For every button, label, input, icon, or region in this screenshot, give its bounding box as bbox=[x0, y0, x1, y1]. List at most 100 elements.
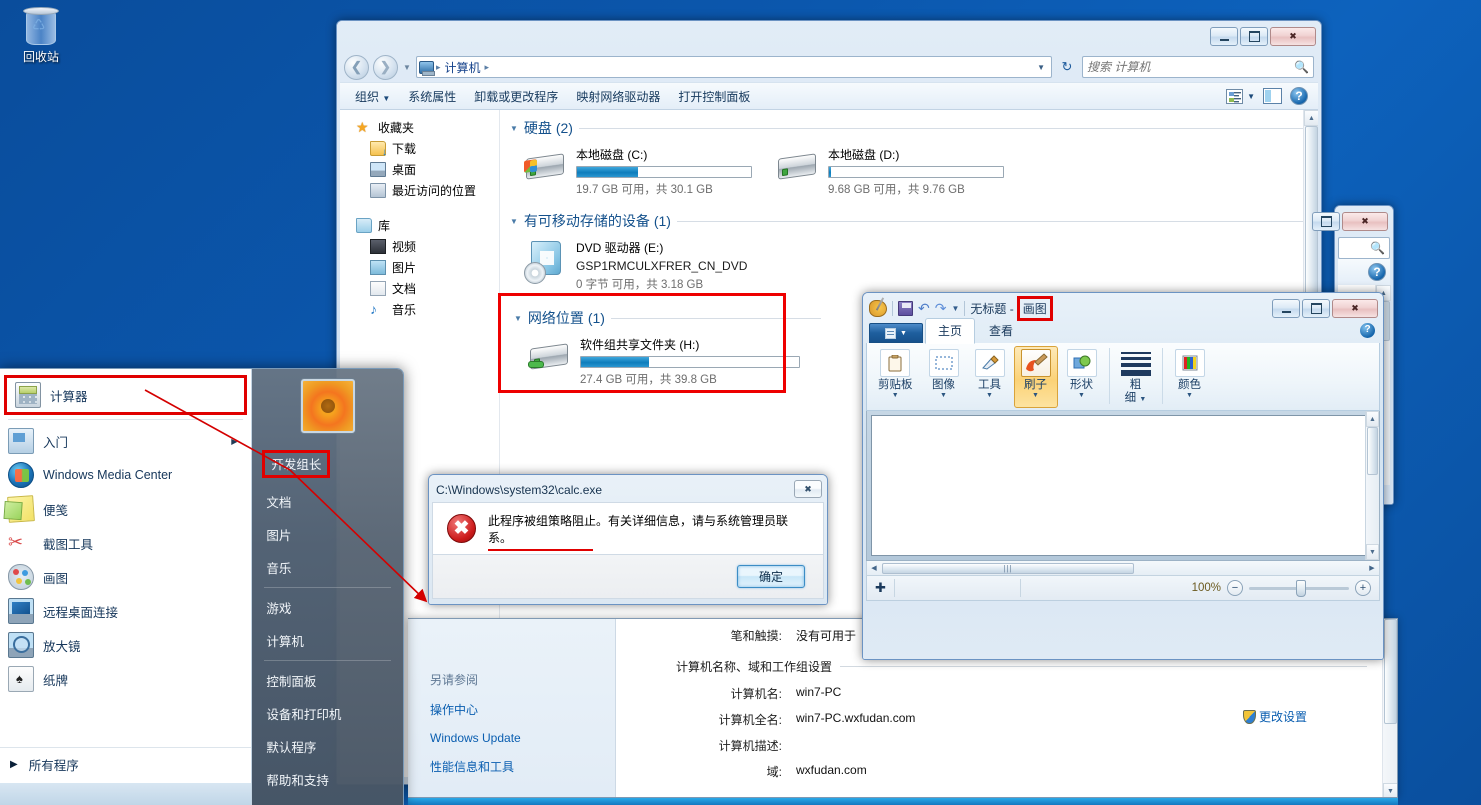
collapse-triangle-icon-3[interactable]: ▼ bbox=[514, 314, 522, 323]
close-button-bg[interactable] bbox=[1342, 212, 1388, 231]
chevron-down-icon-shapes[interactable]: ▼ bbox=[1078, 392, 1085, 399]
ribbon-group-thickness[interactable]: 粗细 ▼ bbox=[1115, 346, 1157, 408]
chevron-down-icon-tools[interactable]: ▼ bbox=[986, 392, 993, 399]
nav-libraries[interactable]: 库 bbox=[340, 215, 499, 236]
zoom-slider-thumb[interactable] bbox=[1296, 579, 1306, 597]
group-header-removable[interactable]: ▼ 有可移动存储的设备 (1) bbox=[500, 211, 1318, 231]
paint-canvas-area[interactable]: ▲ ▼ bbox=[866, 411, 1380, 561]
tab-view[interactable]: 查看 bbox=[977, 319, 1025, 343]
paint-scroll-right-icon[interactable]: ▶ bbox=[1365, 564, 1379, 572]
start-item-calculator[interactable]: 计算器 bbox=[4, 375, 248, 415]
start-place-default-programs[interactable]: 默认程序 bbox=[252, 730, 403, 763]
map-network-drive-button[interactable]: 映射网络驱动器 bbox=[567, 85, 669, 108]
chevron-down-icon-image[interactable]: ▼ bbox=[940, 392, 947, 399]
submenu-arrow-icon[interactable]: ▶ bbox=[231, 437, 243, 446]
paint-scroll-down-icon[interactable]: ▼ bbox=[1366, 544, 1379, 560]
view-dropdown-icon[interactable]: ▼ bbox=[1247, 92, 1255, 101]
zoom-out-button[interactable]: − bbox=[1227, 580, 1243, 596]
system-properties-button[interactable]: 系统属性 bbox=[399, 85, 465, 108]
start-item-media-center[interactable]: Windows Media Center bbox=[0, 458, 251, 492]
nav-downloads[interactable]: 下载 bbox=[340, 138, 499, 159]
start-item-paint[interactable]: 画图 bbox=[0, 560, 251, 594]
chevron-down-icon-clipboard[interactable]: ▼ bbox=[892, 392, 899, 399]
refresh-button[interactable]: ↻ bbox=[1056, 59, 1078, 75]
paint-scroll-thumb[interactable] bbox=[1367, 427, 1378, 475]
open-control-panel-button[interactable]: 打开控制面板 bbox=[669, 85, 759, 108]
all-programs-button[interactable]: ▶ 所有程序 bbox=[0, 747, 252, 783]
undo-icon[interactable]: ↶ bbox=[918, 300, 930, 317]
system-properties-scrollbar[interactable]: ▼ bbox=[1382, 619, 1397, 797]
minimize-button[interactable] bbox=[1210, 27, 1238, 46]
collapse-triangle-icon-2[interactable]: ▼ bbox=[510, 217, 518, 226]
zoom-slider-track[interactable] bbox=[1249, 579, 1349, 597]
paint-close-button[interactable] bbox=[1332, 299, 1378, 318]
nav-documents[interactable]: 文档 bbox=[340, 278, 499, 299]
drive-item-h[interactable]: 软件组共享文件夹 (H:) 27.4 GB 可用，共 39.8 GB bbox=[500, 336, 800, 387]
start-place-documents[interactable]: 文档 bbox=[252, 485, 403, 518]
user-avatar[interactable] bbox=[300, 379, 355, 433]
start-place-user[interactable]: 开发组长 bbox=[252, 443, 403, 485]
start-item-solitaire[interactable]: 纸牌 bbox=[0, 662, 251, 696]
start-place-computer[interactable]: 计算机 bbox=[252, 624, 403, 657]
zoom-in-button[interactable]: + bbox=[1355, 580, 1371, 596]
uninstall-program-button[interactable]: 卸载或更改程序 bbox=[465, 85, 567, 108]
search-box[interactable]: 🔍 bbox=[1082, 56, 1314, 78]
paint-hscrollbar[interactable]: ◀ ||| ▶ bbox=[866, 561, 1380, 576]
dialog-titlebar[interactable]: C:\Windows\system32\calc.exe ✖ bbox=[432, 478, 824, 502]
nav-recent-places[interactable]: 最近访问的位置 bbox=[340, 180, 499, 201]
maximize-button[interactable] bbox=[1240, 27, 1268, 46]
ok-button[interactable]: 确定 bbox=[737, 565, 805, 588]
scroll-down-icon[interactable]: ▼ bbox=[1383, 783, 1397, 797]
group-header-harddisks[interactable]: ▼ 硬盘 (2) bbox=[500, 118, 1318, 138]
chevron-down-icon-colors[interactable]: ▼ bbox=[1186, 392, 1193, 399]
start-menu-search-strip[interactable] bbox=[0, 783, 252, 805]
start-item-getting-started[interactable]: 入门 ▶ bbox=[0, 424, 251, 458]
collapse-triangle-icon[interactable]: ▼ bbox=[510, 124, 518, 133]
maximize-button-bg[interactable] bbox=[1312, 212, 1340, 231]
save-icon[interactable] bbox=[898, 301, 913, 316]
drive-item-c[interactable]: 本地磁盘 (C:) 19.7 GB 可用，共 30.1 GB bbox=[500, 146, 752, 197]
start-place-pictures[interactable]: 图片 bbox=[252, 518, 403, 551]
ribbon-group-image[interactable]: 图像 ▼ bbox=[922, 346, 966, 408]
start-place-games[interactable]: 游戏 bbox=[252, 591, 403, 624]
start-place-control-panel[interactable]: 控制面板 bbox=[252, 664, 403, 697]
search-icon[interactable]: 🔍 bbox=[1294, 60, 1309, 74]
start-item-remote-desktop[interactable]: 远程桌面连接 bbox=[0, 594, 251, 628]
dialog-close-button[interactable]: ✖ bbox=[794, 480, 822, 498]
ribbon-group-tools[interactable]: 工具 ▼ bbox=[968, 346, 1012, 408]
link-windows-update[interactable]: Windows Update bbox=[430, 731, 615, 745]
start-place-help-support[interactable]: 帮助和支持 bbox=[252, 763, 403, 796]
search-input[interactable] bbox=[1087, 60, 1295, 74]
back-button[interactable]: ❮ bbox=[344, 54, 369, 80]
paint-palette-icon[interactable] bbox=[869, 300, 887, 317]
desktop-icon-recycle-bin[interactable]: ♺ 回收站 bbox=[6, 6, 76, 65]
customize-quick-access-icon[interactable]: ▼ bbox=[951, 304, 959, 313]
sysprops-scroll-thumb[interactable] bbox=[1384, 619, 1397, 724]
start-place-music[interactable]: 音乐 bbox=[252, 551, 403, 584]
paint-minimize-button[interactable] bbox=[1272, 299, 1300, 318]
forward-button[interactable]: ❯ bbox=[373, 54, 398, 80]
drive-item-d[interactable]: 本地磁盘 (D:) 9.68 GB 可用，共 9.76 GB bbox=[752, 146, 1004, 197]
paint-file-menu-button[interactable]: ▼ bbox=[869, 323, 923, 343]
ribbon-group-brushes[interactable]: 刷子 ▼ bbox=[1013, 346, 1058, 408]
paint-scroll-left-icon[interactable]: ◀ bbox=[867, 564, 881, 572]
start-menu[interactable]: 计算器 入门 ▶ Windows Media Center 便笺 ✂ 截图工具 … bbox=[0, 368, 404, 805]
ribbon-group-shapes[interactable]: 形状 ▼ bbox=[1060, 346, 1104, 408]
start-item-magnifier[interactable]: 放大镜 bbox=[0, 628, 251, 662]
nav-music[interactable]: ♪ 音乐 bbox=[340, 299, 499, 320]
paint-maximize-button[interactable] bbox=[1302, 299, 1330, 318]
view-layout-icon[interactable] bbox=[1226, 88, 1244, 104]
paint-canvas-vscrollbar[interactable]: ▲ ▼ bbox=[1365, 411, 1379, 560]
paint-scroll-up-icon[interactable]: ▲ bbox=[1366, 411, 1379, 427]
start-item-snipping-tool[interactable]: ✂ 截图工具 bbox=[0, 526, 251, 560]
nav-favorites[interactable]: ★ 收藏夹 bbox=[340, 117, 499, 138]
start-item-sticky-notes[interactable]: 便笺 bbox=[0, 492, 251, 526]
change-settings-link[interactable]: 更改设置 bbox=[1242, 708, 1307, 725]
link-action-center[interactable]: 操作中心 bbox=[430, 701, 615, 718]
paint-window[interactable]: ↶ ↷ ▼ 无标题 - 画图 ▼ 主页 查看 ? bbox=[862, 292, 1384, 660]
search-icon-bg[interactable]: 🔍 bbox=[1370, 241, 1385, 255]
tab-home[interactable]: 主页 bbox=[925, 318, 976, 344]
start-place-devices-printers[interactable]: 设备和打印机 bbox=[252, 697, 403, 730]
ribbon-group-clipboard[interactable]: 剪贴板 ▼ bbox=[871, 346, 920, 408]
drive-item-e[interactable]: DVD 驱动器 (E:) GSP1RMCULXFRER_CN_DVD 0 字节 … bbox=[500, 239, 800, 292]
